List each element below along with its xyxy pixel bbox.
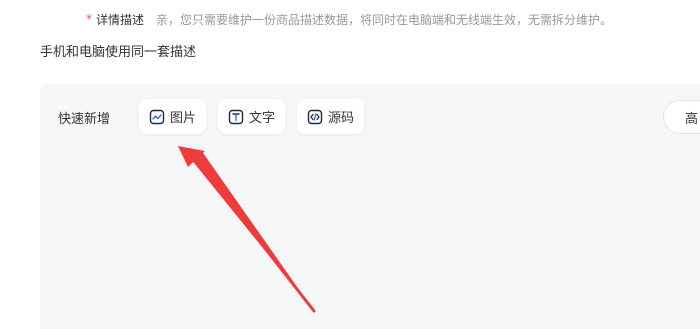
detail-description-row: * 详情描述 亲，您只需要维护一份商品描述数据，将同时在电脑端和无线端生效，无需… — [86, 10, 612, 28]
add-image-label: 图片 — [170, 111, 197, 126]
same-description-option[interactable]: 手机和电脑使用同一套描述 — [40, 41, 196, 60]
description-editor-panel: 快速新增 图片 文字 源码 高 — [40, 84, 700, 329]
quick-add-label: 快速新增 — [58, 112, 111, 127]
page: * 详情描述 亲，您只需要维护一份商品描述数据，将同时在电脑端和无线端生效，无需… — [0, 0, 700, 329]
advanced-label: 高 — [685, 111, 699, 127]
required-mark: * — [86, 12, 92, 26]
add-source-code-button[interactable]: 源码 — [297, 99, 365, 134]
image-icon — [149, 109, 165, 125]
add-image-button[interactable]: 图片 — [139, 99, 207, 134]
add-source-code-label: 源码 — [328, 111, 355, 126]
advanced-button[interactable]: 高 — [663, 100, 700, 134]
detail-description-label: 详情描述 — [96, 12, 145, 27]
add-text-button[interactable]: 文字 — [218, 99, 286, 134]
add-text-label: 文字 — [249, 111, 276, 126]
detail-description-hint: 亲，您只需要维护一份商品描述数据，将同时在电脑端和无线端生效，无需拆分维护。 — [156, 12, 613, 27]
text-icon — [228, 109, 244, 125]
code-icon — [307, 109, 323, 125]
